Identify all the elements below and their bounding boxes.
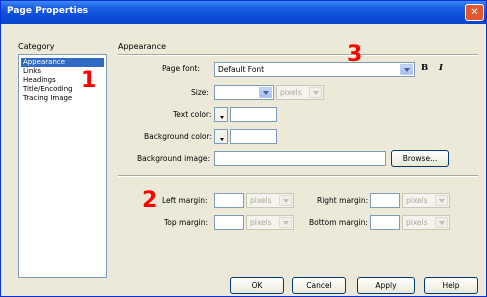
left-margin-unit-value: pixels [250, 196, 272, 205]
background-color-label: Background color: [144, 132, 212, 141]
size-unit-value: pixels [280, 88, 302, 97]
category-item-title-encoding[interactable]: Title/Encoding [21, 85, 75, 94]
size-label: Size: [191, 88, 209, 97]
page-font-value: Default Font [218, 65, 265, 74]
background-color-swatch[interactable] [214, 129, 228, 144]
right-margin-label: Right margin: [317, 196, 369, 205]
section-title: Appearance [118, 42, 167, 51]
size-select[interactable] [214, 85, 274, 100]
chevron-down-icon [259, 87, 272, 98]
bottom-margin-input[interactable] [370, 215, 400, 230]
chevron-down-icon [435, 217, 448, 228]
category-item-headings[interactable]: Headings [21, 76, 58, 85]
browse-button[interactable]: Browse... [391, 150, 449, 167]
bottom-margin-label: Bottom margin: [309, 218, 368, 227]
bold-button[interactable]: B [421, 63, 428, 73]
chevron-down-icon [400, 64, 413, 75]
category-label: Category [18, 42, 55, 51]
bottom-margin-unit-value: pixels [406, 218, 428, 227]
window-title: Page Properties [7, 6, 89, 16]
chevron-down-icon [279, 217, 292, 228]
chevron-down-icon [279, 195, 292, 206]
close-icon[interactable]: ✕ [465, 4, 484, 21]
margins-separator [118, 175, 478, 177]
left-margin-label: Left margin: [162, 196, 208, 205]
background-color-input[interactable] [230, 129, 277, 144]
section-separator [118, 54, 478, 56]
category-item-links[interactable]: Links [21, 67, 43, 76]
italic-button[interactable]: I [439, 63, 443, 73]
annotation-number-1: 1 [81, 68, 97, 93]
annotation-number-2: 2 [142, 188, 158, 213]
size-unit-select[interactable]: pixels [276, 85, 324, 100]
top-margin-label: Top margin: [164, 218, 209, 227]
cancel-button[interactable]: Cancel [292, 277, 346, 294]
text-color-label: Text color: [173, 110, 212, 119]
background-image-input[interactable] [214, 151, 386, 166]
top-margin-input[interactable] [214, 215, 244, 230]
apply-button[interactable]: Apply [357, 277, 415, 294]
title-bar[interactable]: Page Properties ✕ [1, 1, 486, 24]
bottom-margin-unit-select[interactable]: pixels [402, 215, 450, 230]
ok-button[interactable]: OK [230, 277, 284, 294]
top-margin-unit-select[interactable]: pixels [246, 215, 294, 230]
page-properties-dialog: Page Properties ✕ Category Appearance Li… [0, 0, 487, 297]
category-item-tracing-image[interactable]: Tracing Image [21, 94, 74, 103]
category-item-appearance[interactable]: Appearance [21, 58, 104, 67]
left-margin-input[interactable] [214, 193, 244, 208]
chevron-down-icon [309, 87, 322, 98]
right-margin-unit-value: pixels [406, 196, 428, 205]
page-font-select[interactable]: Default Font [214, 62, 415, 77]
page-font-label: Page font: [162, 64, 200, 73]
text-color-input[interactable] [230, 107, 277, 122]
chevron-down-icon [435, 195, 448, 206]
left-margin-unit-select[interactable]: pixels [246, 193, 294, 208]
text-color-swatch[interactable] [214, 107, 228, 122]
right-margin-input[interactable] [370, 193, 400, 208]
annotation-number-3: 3 [347, 42, 363, 67]
help-button[interactable]: Help [424, 277, 478, 294]
top-margin-unit-value: pixels [250, 218, 272, 227]
background-image-label: Background image: [137, 154, 211, 163]
right-margin-unit-select[interactable]: pixels [402, 193, 450, 208]
